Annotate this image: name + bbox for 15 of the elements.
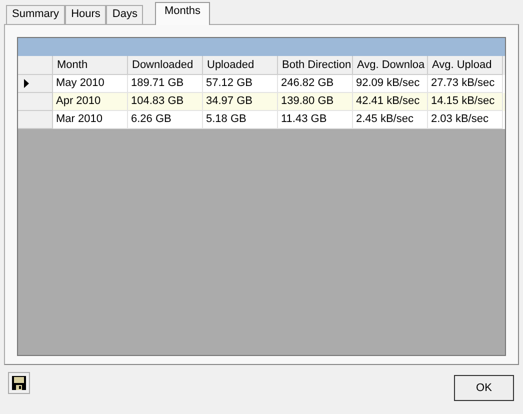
table-cell: 2.03 kB/sec bbox=[428, 111, 503, 129]
table-cell: 2.45 kB/sec bbox=[353, 111, 428, 129]
save-button[interactable] bbox=[8, 372, 30, 394]
table-cell: 6.26 GB bbox=[128, 111, 203, 129]
tab[interactable]: Summary bbox=[6, 5, 66, 24]
row-header[interactable] bbox=[18, 75, 53, 93]
table-cell: 5.18 GB bbox=[203, 111, 278, 129]
tab[interactable]: Months bbox=[155, 2, 210, 25]
table-cell: 11.43 GB bbox=[278, 111, 353, 129]
tab[interactable]: Hours bbox=[65, 5, 106, 24]
current-row-icon bbox=[24, 79, 29, 88]
tab[interactable]: Days bbox=[106, 5, 144, 24]
ok-button[interactable]: OK bbox=[454, 375, 514, 401]
save-icon bbox=[12, 376, 26, 390]
table-cell: Mar 2010 bbox=[53, 111, 128, 129]
